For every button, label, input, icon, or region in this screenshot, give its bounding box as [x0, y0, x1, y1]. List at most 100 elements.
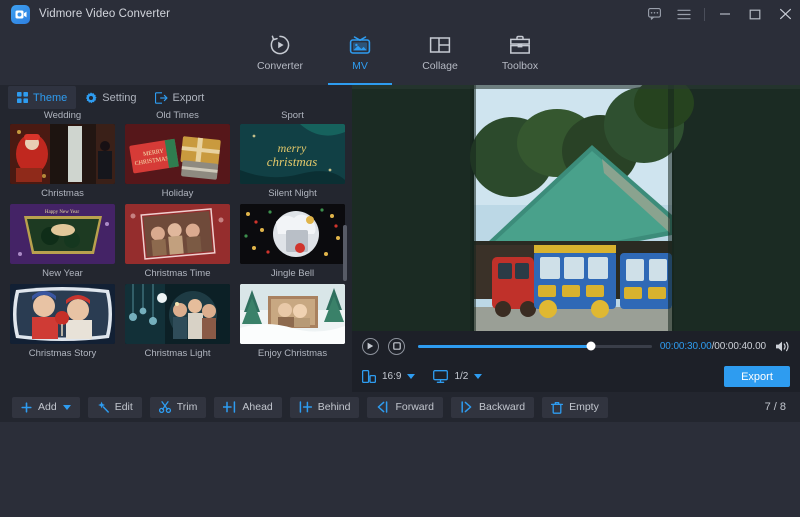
theme-label: Jingle Bell: [240, 264, 345, 284]
tab-setting[interactable]: Setting: [76, 86, 145, 109]
add-button[interactable]: Add: [12, 397, 80, 418]
mv-icon: [348, 33, 372, 57]
theme-thumbnail: [10, 284, 115, 344]
tab-converter-label: Converter: [257, 60, 303, 72]
seek-progress: [418, 345, 591, 348]
theme-label: Christmas: [10, 184, 115, 204]
preview-options: 16:9 1/2 Export: [352, 361, 800, 392]
preview-panel: 00:00:30.00/00:00:40.00 16:9: [352, 85, 800, 392]
theme-grid[interactable]: Wedding Old Times Sport: [0, 110, 350, 392]
theme-label: Silent Night: [240, 184, 345, 204]
tab-mv[interactable]: MV: [320, 28, 400, 85]
video-preview[interactable]: [352, 85, 800, 331]
window-controls: [639, 0, 800, 28]
edit-button-label: Edit: [115, 401, 133, 413]
theme-item-wedding[interactable]: Wedding: [10, 110, 115, 124]
svg-text:christmas: christmas: [267, 154, 318, 169]
trash-icon: [551, 401, 563, 414]
tab-toolbox[interactable]: Toolbox: [480, 28, 560, 85]
theme-item-enjoy-christmas[interactable]: Enjoy Christmas: [240, 284, 345, 364]
main-navigation: Converter MV Collage: [0, 28, 800, 85]
grid-icon: [17, 92, 28, 103]
tab-toolbox-label: Toolbox: [502, 60, 538, 72]
total-time: 00:00:40.00: [714, 341, 766, 352]
theme-row: Christmas Story: [0, 284, 350, 364]
theme-item-holiday[interactable]: MERRY CHRISTMAS: [125, 124, 230, 204]
tab-export[interactable]: Export: [146, 86, 214, 109]
add-button-label: Add: [38, 401, 57, 413]
theme-thumbnail: MERRY CHRISTMAS: [125, 124, 230, 184]
trim-button[interactable]: Trim: [150, 397, 207, 418]
theme-item-new-year[interactable]: Happy New Year New Year: [10, 204, 115, 284]
tab-theme[interactable]: Theme: [8, 86, 76, 109]
svg-text:Happy New Year: Happy New Year: [45, 210, 80, 215]
aspect-ratio-value: 16:9: [382, 371, 401, 382]
zoom-selector[interactable]: 1/2: [433, 370, 482, 383]
theme-list-scrollbar[interactable]: [343, 225, 347, 281]
theme-item-christmas-time[interactable]: Christmas Time: [125, 204, 230, 284]
seek-handle[interactable]: [587, 342, 596, 351]
theme-thumbnail: Happy New Year: [10, 204, 115, 264]
theme-label: Sport: [240, 110, 345, 124]
tab-setting-label: Setting: [102, 92, 136, 104]
theme-item-sport[interactable]: Sport: [240, 110, 345, 124]
theme-item-jingle-bell[interactable]: Jingle Bell: [240, 204, 345, 284]
behind-button[interactable]: Behind: [290, 397, 360, 418]
converter-icon: [268, 33, 292, 57]
app-window: Vidmore Video Converter: [0, 0, 800, 517]
time-display: 00:00:30.00/00:00:40.00: [660, 341, 766, 352]
theme-label: Christmas Story: [10, 344, 115, 364]
volume-button[interactable]: [775, 340, 790, 353]
stop-button[interactable]: [388, 338, 405, 355]
edit-button[interactable]: Edit: [88, 397, 142, 418]
window-controls-separator: [704, 8, 705, 21]
volume-icon: [775, 340, 790, 353]
theme-label: Enjoy Christmas: [240, 344, 345, 364]
play-button[interactable]: [362, 338, 379, 355]
forward-button[interactable]: Forward: [367, 397, 443, 418]
tab-collage[interactable]: Collage: [400, 28, 480, 85]
theme-label: Christmas Light: [125, 344, 230, 364]
chevron-down-icon[interactable]: [474, 374, 482, 379]
app-logo-icon: [11, 5, 30, 24]
magic-wand-icon: [97, 401, 109, 413]
backward-button[interactable]: Backward: [451, 397, 534, 418]
theme-thumbnail: merry christmas: [240, 124, 345, 184]
theme-thumbnail: [125, 284, 230, 344]
empty-button[interactable]: Empty: [542, 397, 608, 418]
aspect-ratio-selector[interactable]: 16:9: [362, 370, 415, 383]
video-frame: [352, 85, 800, 331]
feedback-icon[interactable]: [639, 0, 669, 28]
theme-label: Old Times: [125, 110, 230, 124]
theme-item-christmas[interactable]: Christmas: [10, 124, 115, 204]
monitor-icon: [433, 370, 448, 383]
gear-icon: [85, 92, 97, 104]
chevron-down-icon[interactable]: [407, 374, 415, 379]
trim-button-label: Trim: [177, 401, 198, 413]
close-icon[interactable]: [770, 0, 800, 28]
aspect-ratio-icon: [362, 370, 376, 383]
export-button[interactable]: Export: [724, 366, 790, 387]
collage-icon: [428, 33, 452, 57]
theme-item-old-times[interactable]: Old Times: [125, 110, 230, 124]
maximize-icon[interactable]: [740, 0, 770, 28]
theme-item-silent-night[interactable]: merry christmas Silent Night: [240, 124, 345, 204]
tab-converter[interactable]: Converter: [240, 28, 320, 85]
theme-row: Happy New Year New Year: [0, 204, 350, 284]
app-title: Vidmore Video Converter: [39, 8, 170, 20]
minimize-icon[interactable]: [710, 0, 740, 28]
theme-panel: Theme Setting Export Wedding Old Times: [0, 85, 350, 392]
tab-export-label: Export: [173, 92, 205, 104]
theme-item-christmas-story[interactable]: Christmas Story: [10, 284, 115, 364]
theme-item-christmas-light[interactable]: Christmas Light: [125, 284, 230, 364]
tab-theme-label: Theme: [33, 92, 67, 104]
theme-row: Christmas MERRY CHRISTMAS: [0, 124, 350, 204]
player-controls: 00:00:30.00/00:00:40.00: [352, 331, 800, 361]
menu-icon[interactable]: [669, 0, 699, 28]
chevron-down-icon[interactable]: [63, 405, 71, 410]
seek-bar[interactable]: [418, 345, 652, 348]
ahead-button[interactable]: Ahead: [214, 397, 281, 418]
move-backward-icon: [460, 401, 473, 413]
theme-label: New Year: [10, 264, 115, 284]
tab-mv-label: MV: [352, 60, 368, 72]
